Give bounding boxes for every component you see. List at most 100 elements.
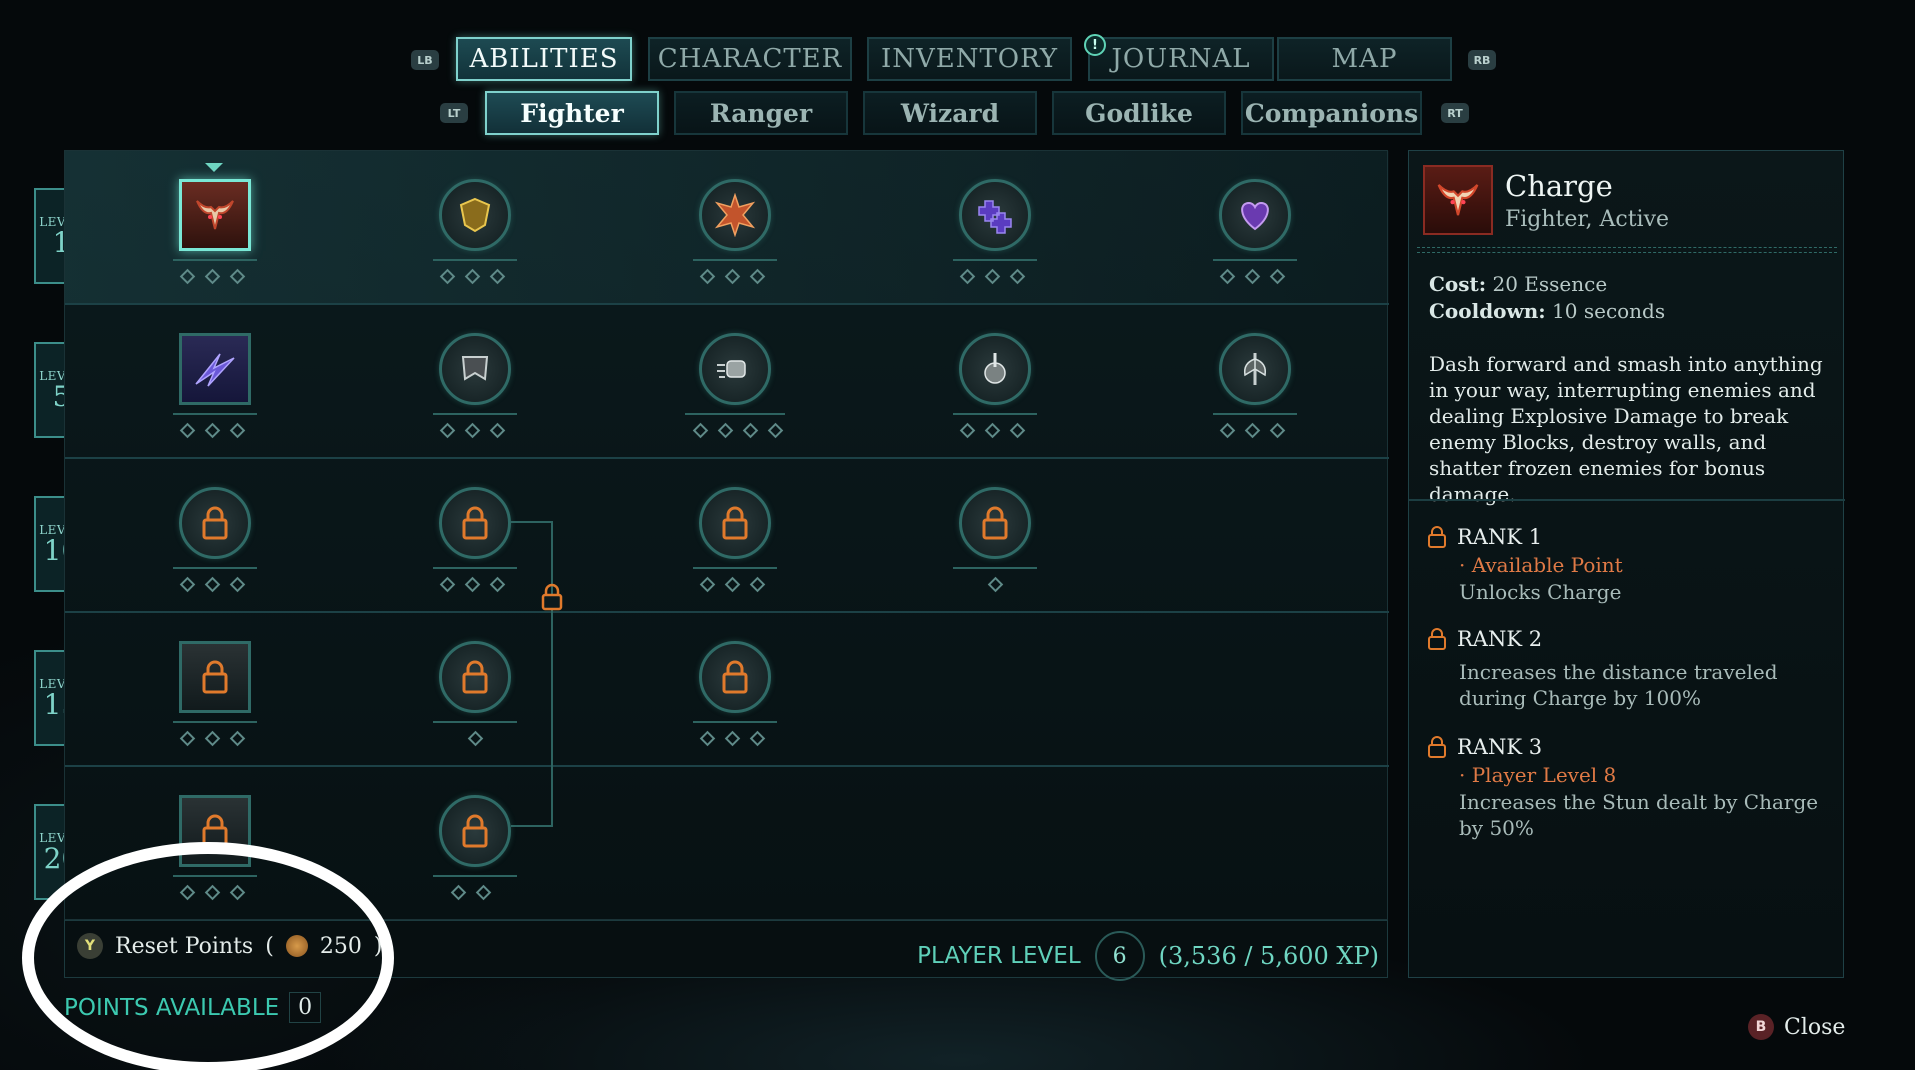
ability-heart[interactable] bbox=[1219, 179, 1291, 251]
rank-requirement: · Available Point bbox=[1459, 553, 1623, 577]
rank-bar bbox=[1213, 413, 1297, 415]
shield-sun-icon bbox=[439, 179, 511, 251]
tab-map[interactable]: MAP bbox=[1277, 37, 1452, 81]
ability-stats: Cost: 20 Essence Cooldown: 10 seconds bbox=[1429, 271, 1665, 325]
lock-icon bbox=[179, 641, 251, 713]
rank-pips bbox=[179, 730, 246, 747]
rank-bar bbox=[953, 413, 1037, 415]
rank-bar bbox=[173, 259, 257, 261]
rank-bar bbox=[693, 721, 777, 723]
ability-locked[interactable] bbox=[699, 487, 771, 559]
ability-shield-burst[interactable] bbox=[699, 179, 771, 251]
rank-pips bbox=[959, 268, 1026, 285]
b-button-icon: B bbox=[1748, 1014, 1774, 1040]
cooldown-value: 10 seconds bbox=[1552, 299, 1666, 323]
rank-2: RANK 2 Increases the distance traveled d… bbox=[1427, 627, 1827, 711]
tab-inventory[interactable]: INVENTORY bbox=[867, 37, 1072, 81]
rank-requirement: · Player Level 8 bbox=[1459, 763, 1617, 787]
rank-bar bbox=[953, 567, 1037, 569]
rank-pips bbox=[699, 268, 766, 285]
divider bbox=[1417, 247, 1837, 253]
lock-icon bbox=[699, 641, 771, 713]
ability-header: Charge Fighter, Active bbox=[1423, 165, 1669, 235]
rank-pips bbox=[179, 268, 246, 285]
rank-bar bbox=[693, 567, 777, 569]
ability-locked[interactable] bbox=[699, 641, 771, 713]
ability-description: Dash forward and smash into anything in … bbox=[1429, 352, 1823, 506]
rank-pips bbox=[450, 884, 492, 901]
rt-button-hint[interactable]: RT bbox=[1441, 103, 1469, 123]
selection-marker-icon bbox=[205, 163, 223, 172]
rb-button-hint[interactable]: RB bbox=[1468, 50, 1496, 70]
journal-alert-icon: ! bbox=[1084, 34, 1106, 56]
rank-pips bbox=[439, 422, 506, 439]
ability-fist[interactable] bbox=[699, 333, 771, 405]
subtab-wizard[interactable]: Wizard bbox=[863, 91, 1037, 135]
rank-pips bbox=[959, 422, 1026, 439]
rank-pips bbox=[439, 576, 506, 593]
ability-type: Fighter, Active bbox=[1505, 206, 1670, 232]
rank-pips bbox=[439, 268, 506, 285]
connector-line bbox=[511, 825, 553, 827]
ability-locked[interactable] bbox=[439, 795, 511, 867]
ability-name: Charge bbox=[1505, 168, 1613, 203]
ability-battle-axe[interactable] bbox=[1219, 333, 1291, 405]
ability-locked[interactable] bbox=[959, 487, 1031, 559]
ability-banner[interactable] bbox=[439, 333, 511, 405]
rank-bar bbox=[433, 259, 517, 261]
rank-3: RANK 3 · Player Level 8 Increases the St… bbox=[1427, 735, 1827, 841]
lb-button-hint[interactable]: LB bbox=[411, 50, 439, 70]
cost-value: 20 Essence bbox=[1492, 272, 1608, 296]
rank-title: RANK 3 bbox=[1457, 735, 1543, 759]
divider bbox=[1409, 499, 1845, 501]
rank-bar bbox=[173, 721, 257, 723]
rank-pips bbox=[692, 422, 784, 439]
tab-abilities[interactable]: ABILITIES bbox=[456, 37, 632, 81]
rank-pips bbox=[467, 730, 484, 747]
tab-journal[interactable]: JOURNAL bbox=[1088, 37, 1274, 81]
subtab-companions[interactable]: Companions bbox=[1241, 91, 1422, 135]
ability-shield-sun[interactable] bbox=[439, 179, 511, 251]
subtab-godlike[interactable]: Godlike bbox=[1052, 91, 1226, 135]
ability-locked[interactable] bbox=[439, 487, 511, 559]
player-level: PLAYER LEVEL 6 (3,536 / 5,600 XP) bbox=[917, 931, 1379, 981]
player-level-label: PLAYER LEVEL bbox=[917, 943, 1081, 969]
lock-icon bbox=[1428, 628, 1446, 650]
tab-character[interactable]: CHARACTER bbox=[648, 37, 852, 81]
ability-tree bbox=[64, 150, 1389, 920]
battle-axe-icon bbox=[1219, 333, 1291, 405]
lock-icon bbox=[699, 487, 771, 559]
subtab-fighter[interactable]: Fighter bbox=[485, 91, 659, 135]
ability-crosses[interactable] bbox=[959, 179, 1031, 251]
rank-pips bbox=[1219, 422, 1286, 439]
lock-icon bbox=[959, 487, 1031, 559]
connector-line bbox=[551, 521, 553, 825]
ability-locked[interactable] bbox=[439, 641, 511, 713]
lt-button-hint[interactable]: LT bbox=[440, 103, 468, 123]
subtab-ranger[interactable]: Ranger bbox=[674, 91, 848, 135]
lock-icon bbox=[1428, 526, 1446, 548]
rank-bar bbox=[1213, 259, 1297, 261]
rank-bar bbox=[433, 567, 517, 569]
ability-locked[interactable] bbox=[179, 641, 251, 713]
fist-icon bbox=[699, 333, 771, 405]
rank-bar bbox=[693, 259, 777, 261]
rank-bar bbox=[433, 721, 517, 723]
rank-pips bbox=[699, 730, 766, 747]
close-button[interactable]: B Close bbox=[1748, 1014, 1845, 1040]
rank-bar bbox=[433, 413, 517, 415]
cost-label: Cost: bbox=[1429, 272, 1487, 296]
close-label: Close bbox=[1784, 1014, 1846, 1040]
rank-description: Increases the distance traveled during C… bbox=[1459, 660, 1778, 710]
ability-lightning-strike[interactable] bbox=[179, 333, 251, 405]
rank-pips bbox=[987, 576, 1004, 593]
lightning-strike-icon bbox=[179, 333, 251, 405]
ability-locked[interactable] bbox=[179, 487, 251, 559]
rank-description: Increases the Stun dealt by Charge by 50… bbox=[1459, 790, 1819, 840]
ability-charge[interactable] bbox=[179, 179, 251, 251]
lock-icon bbox=[439, 795, 511, 867]
ability-skull-sword[interactable] bbox=[959, 333, 1031, 405]
crosses-icon bbox=[959, 179, 1031, 251]
bull-charge-icon bbox=[1423, 165, 1493, 235]
rank-bar bbox=[173, 567, 257, 569]
